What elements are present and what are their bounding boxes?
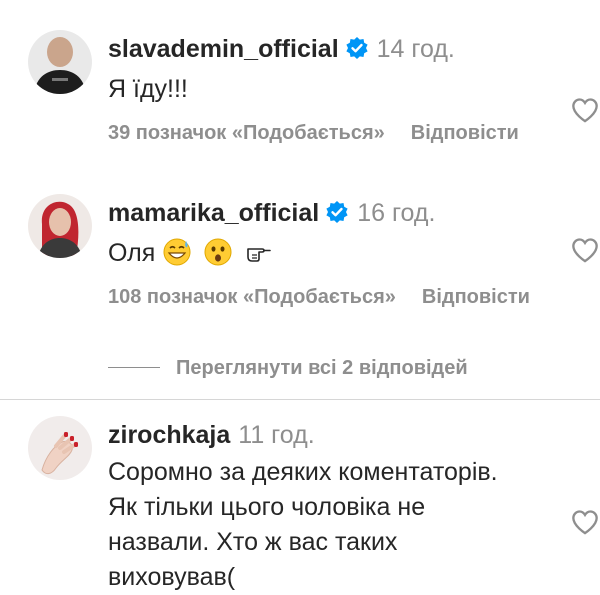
- comment-text-line: назвали. Хто ж вас таких: [108, 528, 398, 556]
- username[interactable]: zirochkaja: [108, 421, 230, 449]
- username[interactable]: mamarika_official: [108, 199, 319, 227]
- avatar[interactable]: [28, 194, 92, 258]
- verified-badge-icon: [346, 37, 368, 59]
- username[interactable]: slavademin_official: [108, 35, 339, 63]
- avatar[interactable]: [28, 416, 92, 480]
- comment-time[interactable]: 16 год.: [357, 199, 435, 227]
- comment-text-line: виховував(: [108, 563, 236, 591]
- verified-badge-icon: [326, 201, 348, 223]
- likes-count[interactable]: 39 позначок «Подобається»: [108, 122, 385, 144]
- comment-text-line: Соромно за деяких коментаторів.: [108, 458, 498, 486]
- reply-button[interactable]: Відповісти: [411, 122, 519, 144]
- divider: [0, 399, 600, 400]
- comment-text: Оля: [108, 239, 156, 267]
- heart-icon[interactable]: [571, 509, 599, 535]
- astonished-face-emoji-icon: [204, 238, 232, 266]
- comment-text: Соромно за деяких коментаторів. Як тільк…: [108, 455, 498, 595]
- view-replies-label[interactable]: Переглянути всі 2 відповідей: [176, 353, 468, 383]
- comment-text-line: Як тільки цього чоловіка не: [108, 493, 426, 521]
- reply-button[interactable]: Відповісти: [422, 286, 530, 308]
- heart-icon[interactable]: [571, 97, 599, 123]
- comment-text: Я їду!!!: [108, 75, 188, 103]
- heart-icon[interactable]: [571, 237, 599, 263]
- comment-time[interactable]: 11 год.: [238, 421, 314, 449]
- comment-time[interactable]: 14 год.: [377, 35, 455, 63]
- grinning-sweat-emoji-icon: [163, 238, 191, 266]
- avatar[interactable]: [28, 30, 92, 94]
- pointing-hand-emoji-icon: [247, 248, 271, 262]
- view-replies-line: [108, 367, 160, 368]
- view-replies-button[interactable]: Переглянути всі 2 відповідей: [108, 353, 588, 383]
- likes-count[interactable]: 108 позначок «Подобається»: [108, 286, 396, 308]
